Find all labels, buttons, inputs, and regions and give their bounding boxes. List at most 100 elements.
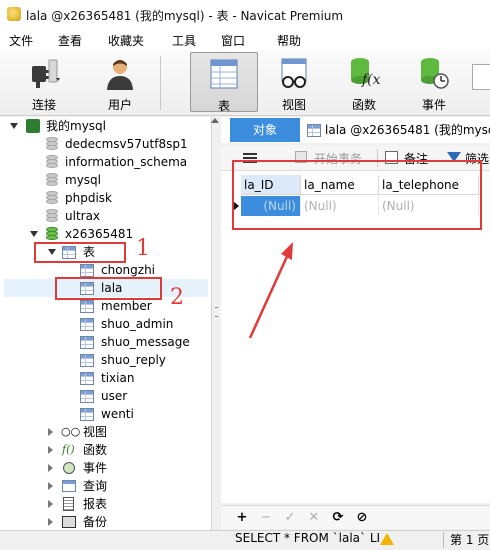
queries-folder-label: 查询 (83, 479, 108, 493)
tree-table-item[interactable]: wenti (0, 405, 212, 423)
navicat-logo-icon (7, 7, 21, 21)
tree-events-folder[interactable]: 事件 (0, 459, 212, 477)
toolbar-overflow-icon[interactable] (472, 64, 490, 90)
tree-table-item[interactable]: tixian (0, 369, 212, 387)
view-button[interactable]: 视图 (266, 52, 322, 112)
tree-db-open[interactable]: x26365481 (0, 225, 212, 243)
tab-current-label: lala @x26365481 (我的mysql... (325, 123, 490, 137)
tree-db-item[interactable]: dedecmsv57utf8sp1 (0, 135, 212, 153)
table-label: shuo_admin (101, 317, 174, 331)
database-icon (46, 191, 58, 205)
apply-changes-icon[interactable]: ✓ (283, 510, 297, 525)
tree-db-item[interactable]: information_schema (0, 153, 212, 171)
navigation-tree[interactable]: 我的mysql dedecmsv57utf8sp1 information_sc… (0, 117, 212, 532)
user-icon (107, 60, 133, 90)
collapse-arrow-icon[interactable] (48, 428, 53, 436)
reports-folder-label: 报表 (83, 497, 108, 511)
annotation-number-1: 1 (136, 236, 150, 261)
mysql-connection-icon (26, 119, 40, 133)
table-label: user (101, 389, 128, 403)
title-bar: lala @x26365481 (我的mysql) - 表 - Navicat … (0, 0, 490, 30)
menu-bar: 文件 查看 收藏夹 工具 窗口 帮助 (0, 30, 490, 50)
toolbar-separator (160, 56, 161, 110)
table-icon (80, 408, 94, 421)
tree-functions-folder[interactable]: f() 函数 (0, 441, 212, 459)
add-record-icon[interactable]: + (235, 510, 249, 525)
collapse-arrow-icon[interactable] (48, 482, 53, 490)
tree-queries-folder[interactable]: 查询 (0, 477, 212, 495)
collapse-arrow-icon[interactable] (48, 518, 53, 526)
tab-objects[interactable]: 对象 (230, 118, 300, 142)
menu-window[interactable]: 窗口 (221, 32, 245, 49)
table-icon (80, 372, 94, 385)
collapse-arrow-icon[interactable] (48, 500, 53, 508)
connect-button[interactable]: 连接 (16, 52, 72, 112)
events-folder-label: 事件 (83, 461, 108, 475)
table-icon (80, 318, 94, 331)
expand-arrow-icon[interactable] (10, 123, 18, 129)
menu-tools[interactable]: 工具 (172, 32, 196, 49)
refresh-icon[interactable]: ⟳ (331, 510, 345, 525)
tree-connection[interactable]: 我的mysql (0, 117, 212, 135)
database-label: information_schema (65, 155, 188, 169)
tree-table-item[interactable]: shuo_reply (0, 351, 212, 369)
tree-table-item[interactable]: shuo_admin (0, 315, 212, 333)
tree-db-item[interactable]: phpdisk (0, 189, 212, 207)
menu-help[interactable]: 帮助 (277, 32, 301, 49)
delete-record-icon[interactable]: − (259, 510, 273, 525)
database-icon (46, 209, 58, 223)
tree-backups-folder[interactable]: 备份 (0, 513, 212, 531)
report-icon (63, 497, 74, 511)
stop-icon[interactable]: ⊘ (355, 510, 369, 525)
table-label: shuo_reply (101, 353, 166, 367)
database-open-icon (46, 227, 58, 241)
collapse-arrow-icon[interactable] (48, 446, 53, 454)
tree-views-folder[interactable]: ○○ 视图 (0, 423, 212, 441)
event-button[interactable]: 事件 (406, 52, 462, 112)
tree-reports-folder[interactable]: 报表 (0, 495, 212, 513)
database-label: ultrax (65, 209, 101, 223)
tree-table-item[interactable]: user (0, 387, 212, 405)
table-icon (80, 300, 94, 313)
database-icon (46, 155, 58, 169)
main-toolbar: 连接 用户 表 视图 f(x 函数 事件 (0, 50, 490, 116)
views-folder-label: 视图 (83, 425, 108, 439)
discard-changes-icon[interactable]: ✕ (307, 510, 321, 525)
annotation-arrow-icon (248, 242, 293, 339)
expand-arrow-icon[interactable] (30, 231, 38, 237)
tree-db-item[interactable]: mysql (0, 171, 212, 189)
view-glasses-icon (281, 58, 307, 88)
database-label: x26365481 (65, 227, 134, 241)
plug-icon (32, 59, 60, 88)
table-icon (80, 264, 94, 277)
menu-view[interactable]: 查看 (58, 32, 82, 49)
tab-current-table[interactable]: lala @x26365481 (我的mysql... (304, 118, 490, 142)
menu-file[interactable]: 文件 (9, 32, 33, 49)
status-divider (443, 532, 444, 548)
status-page-number: 第 1 页 (450, 533, 490, 547)
svg-text:f(x): f(x) (361, 72, 380, 88)
window-title: lala @x26365481 (我的mysql) - 表 - Navicat … (26, 9, 344, 23)
functions-folder-label: 函数 (83, 443, 108, 457)
menu-favorites[interactable]: 收藏夹 (108, 32, 144, 49)
table-label: wenti (101, 407, 134, 421)
pane-splitter[interactable] (212, 117, 221, 530)
user-button[interactable]: 用户 (92, 52, 148, 112)
database-label: dedecmsv57utf8sp1 (65, 137, 188, 151)
warning-icon[interactable] (380, 533, 394, 545)
query-icon (62, 480, 76, 492)
tree-table-item[interactable]: shuo_message (0, 333, 212, 351)
scroll-up-icon[interactable] (211, 118, 219, 123)
table-button[interactable]: 表 (190, 52, 258, 113)
function-button[interactable]: f(x) 函数 (336, 52, 392, 112)
annotation-box-grid (232, 160, 482, 230)
annotation-number-2: 2 (170, 285, 184, 310)
function-small-icon: f() (62, 443, 75, 456)
annotation-box-lala-table (55, 277, 162, 300)
database-label: mysql (65, 173, 101, 187)
event-small-icon (63, 462, 75, 474)
view-label: 视图 (281, 98, 306, 112)
collapse-arrow-icon[interactable] (48, 464, 53, 472)
connection-label: 我的mysql (46, 119, 106, 133)
tree-db-item[interactable]: ultrax (0, 207, 212, 225)
